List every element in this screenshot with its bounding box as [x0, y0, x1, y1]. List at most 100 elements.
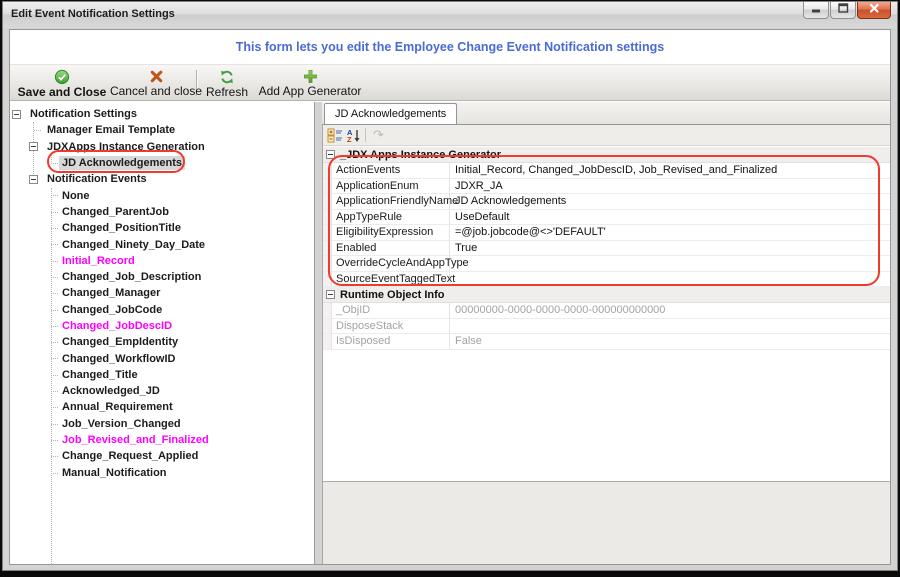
tree-item-jd-acknowledgements[interactable]: JD Acknowledgements — [10, 155, 314, 171]
tree-branch-connector — [34, 130, 41, 132]
toolbar-button-add-app-generator[interactable]: Add App Generator — [252, 67, 368, 99]
tree-item-changed-job-description[interactable]: Changed_Job_Description — [10, 269, 314, 285]
tree-item-changed-parentjob[interactable]: Changed_ParentJob — [10, 204, 314, 220]
tree-item-label: Change_Request_Applied — [62, 450, 199, 463]
property-grid-toolbar: A Z ↶ — [323, 125, 890, 146]
svg-text:Z: Z — [347, 135, 352, 143]
property-row-sourceeventtaggedtext[interactable]: SourceEventTaggedText — [323, 271, 890, 287]
property-row-apptyperule[interactable]: AppTypeRule UseDefault — [323, 209, 890, 225]
property-row-isdisposed[interactable]: IsDisposed False — [323, 334, 890, 350]
property-value[interactable]: JDXR_JA — [450, 179, 890, 194]
tree-item-changed-title[interactable]: Changed_Title — [10, 367, 314, 383]
property-row-indent — [323, 334, 332, 349]
property-grid-frame: A Z ↶ _JDX Apps Instance Generator Actio… — [322, 124, 890, 564]
tree-item-none[interactable]: None — [10, 187, 314, 203]
property-section-header-jdx-apps-instance-generator[interactable]: _JDX Apps Instance Generator — [323, 147, 890, 163]
close-button[interactable] — [857, 2, 891, 19]
tree-item-label: Changed_ParentJob — [62, 205, 169, 218]
property-value[interactable] — [450, 272, 890, 287]
collapse-minus-icon[interactable] — [29, 142, 38, 152]
tree-branch-connector — [51, 276, 58, 278]
tree-item-acknowledged-jd[interactable]: Acknowledged_JD — [10, 383, 314, 399]
tree-item-manual-notification[interactable]: Manual_Notification — [10, 465, 314, 481]
undo-icon: ↶ — [369, 127, 387, 143]
property-name: ActionEvents — [332, 163, 450, 178]
property-value: 00000000-0000-0000-0000-000000000000 — [455, 304, 666, 317]
maximize-button[interactable] — [830, 2, 856, 19]
tree-item-notification-settings[interactable]: Notification Settings — [10, 106, 314, 122]
property-name: OverrideCycleAndAppType — [332, 256, 469, 271]
property-name: SourceEventTaggedText — [332, 271, 455, 286]
property-row-applicationfriendlyname[interactable]: ApplicationFriendlyName JD Acknowledgemen… — [323, 194, 890, 210]
tree-branch-connector — [51, 195, 58, 197]
collapse-minus-icon[interactable] — [326, 290, 335, 299]
property-value[interactable]: JD Acknowledgements — [450, 194, 890, 209]
tree-item-changed-positiontitle[interactable]: Changed_PositionTitle — [10, 220, 314, 236]
property-row-indent — [323, 163, 332, 178]
property-description-panel — [323, 481, 890, 564]
property-value[interactable]: UseDefault — [450, 210, 890, 225]
tree-item-initial-record[interactable]: Initial_Record — [10, 253, 314, 269]
tree-item-changed-manager[interactable]: Changed_Manager — [10, 285, 314, 301]
property-name: _ObjID — [332, 303, 450, 318]
tree-item-jdxapps-instance-generation[interactable]: JDXApps Instance Generation — [10, 139, 314, 155]
tree-item-notification-events[interactable]: Notification Events — [10, 171, 314, 187]
tree-item-label: None — [62, 189, 90, 202]
property-row-indent — [323, 240, 332, 255]
tree-item-label: Changed_JobCode — [62, 303, 163, 316]
property-row-overridecycleandapptype[interactable]: OverrideCycleAndAppType — [323, 256, 890, 272]
tree-item-changed-empidentity[interactable]: Changed_EmpIdentity — [10, 334, 314, 350]
detail-panel: JD Acknowledgements A Z ↶ _JDX Apps Inst… — [322, 102, 890, 564]
collapse-minus-icon[interactable] — [12, 109, 21, 119]
tree-item-changed-ninety-day-date[interactable]: Changed_Ninety_Day_Date — [10, 236, 314, 252]
tree-branch-connector — [51, 472, 58, 474]
tree-item-job-version-changed[interactable]: Job_Version_Changed — [10, 416, 314, 432]
window-title: Edit Event Notification Settings — [11, 8, 175, 20]
tree-item-changed-jobdescid[interactable]: Changed_JobDescID — [10, 318, 314, 334]
tab-label: JD Acknowledgements — [335, 108, 447, 120]
collapse-minus-icon[interactable] — [326, 150, 335, 159]
maximize-icon — [836, 1, 850, 20]
property-row-eligibilityexpression[interactable]: EligibilityExpression =@job.jobcode@<>'DE… — [323, 225, 890, 241]
minimize-button[interactable] — [803, 2, 829, 19]
toolbar-button-label: Add App Generator — [258, 84, 362, 98]
toolbar-button-cancel-and-close[interactable]: Cancel and close — [110, 67, 202, 99]
property-row-disposestack[interactable]: DisposeStack — [323, 318, 890, 334]
tree-item-manager-email-template[interactable]: Manager Email Template — [10, 122, 314, 138]
tree-item-label: Manual_Notification — [62, 466, 167, 479]
toolbar-button-label: Cancel and close — [109, 84, 203, 98]
tree-item-changed-jobcode[interactable]: Changed_JobCode — [10, 302, 314, 318]
property-name: ApplicationFriendlyName — [332, 194, 458, 209]
tree-item-label: Changed_Manager — [62, 287, 161, 300]
property-row-objid[interactable]: _ObjID 00000000-0000-0000-0000-0000000000… — [323, 303, 890, 319]
tree-item-change-request-applied[interactable]: Change_Request_Applied — [10, 448, 314, 464]
form-header-text: This form lets you edit the Employee Cha… — [235, 40, 665, 54]
property-row-applicationenum[interactable]: ApplicationEnum JDXR_JA — [323, 178, 890, 194]
toolbar-button-refresh[interactable]: Refresh — [200, 67, 254, 99]
tree-item-annual-requirement[interactable]: Annual_Requirement — [10, 399, 314, 415]
tree-item-label: Changed_Job_Description — [62, 271, 202, 284]
toolbar-button-save-and-close[interactable]: Save and Close — [16, 67, 108, 99]
property-value[interactable]: Initial_Record, Changed_JobDescID, Job_R… — [450, 163, 890, 178]
tree-item-changed-workflowid[interactable]: Changed_WorkflowID — [10, 350, 314, 366]
property-value[interactable] — [450, 256, 890, 271]
sort-az-icon[interactable]: A Z — [344, 127, 362, 143]
tree-item-label: Job_Version_Changed — [62, 417, 181, 430]
property-row-indent — [323, 194, 332, 209]
property-section-header-runtime-object-info[interactable]: Runtime Object Info — [323, 287, 890, 303]
collapse-minus-icon[interactable] — [29, 174, 38, 184]
tree-branch-connector — [51, 325, 58, 327]
tree-branch-connector — [51, 407, 58, 409]
tree-item-job-revised-and-finalized[interactable]: Job_Revised_and_Finalized — [10, 432, 314, 448]
dialog-window: Edit Event Notification Settings This fo… — [2, 1, 898, 571]
tree-item-label: Initial_Record — [62, 254, 135, 267]
tree-item-label: Notification Settings — [30, 108, 137, 121]
tab-jd-acknowledgements[interactable]: JD Acknowledgements — [324, 103, 458, 124]
property-row-actionevents[interactable]: ActionEvents Initial_Record, Changed_JobD… — [323, 163, 890, 179]
property-value[interactable]: =@job.jobcode@<>'DEFAULT' — [450, 225, 890, 240]
property-row-enabled[interactable]: Enabled True — [323, 240, 890, 256]
property-value[interactable]: True — [450, 241, 890, 256]
title-bar[interactable]: Edit Event Notification Settings — [3, 2, 897, 28]
main-area: Notification Settings Manager Email Templ… — [10, 102, 890, 564]
categorized-icon[interactable] — [326, 127, 344, 143]
